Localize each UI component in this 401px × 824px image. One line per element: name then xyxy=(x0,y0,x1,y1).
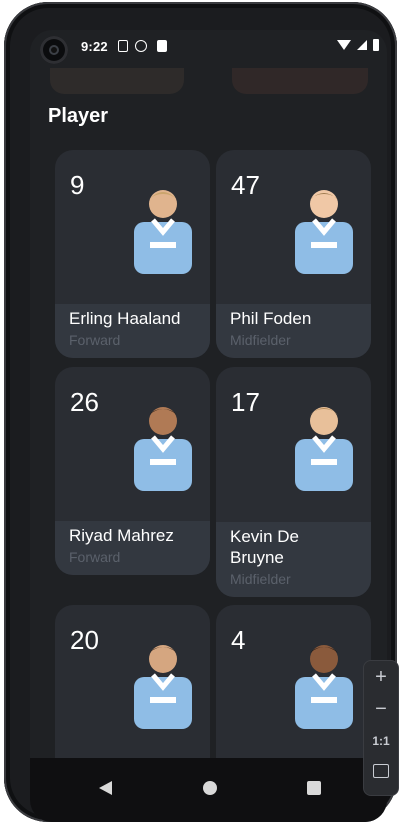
player-name: Kevin De Bruyne xyxy=(230,527,299,567)
player-info: Kevin De Bruyne Midfielder xyxy=(216,522,371,597)
recents-icon[interactable] xyxy=(304,778,324,798)
status-bar: 9:22 xyxy=(30,30,387,66)
scrolled-card-left[interactable] xyxy=(50,68,184,94)
fit-screen-button[interactable] xyxy=(364,757,398,785)
section-title: Player xyxy=(48,105,109,127)
camera-icon xyxy=(40,36,68,64)
zoom-out-button[interactable]: − xyxy=(364,693,398,725)
player-info: Riyad Mahrez Forward xyxy=(55,521,210,575)
wifi-icon xyxy=(337,40,351,50)
battery-icon xyxy=(373,39,379,51)
scrolled-card-right[interactable] xyxy=(232,68,368,94)
player-number: 47 xyxy=(231,170,260,200)
status-time: 9:22 xyxy=(81,39,108,54)
player-card[interactable]: 9 Erling Haaland Forward xyxy=(55,150,210,358)
player-name: Riyad Mahrez xyxy=(69,526,174,545)
player-number: 20 xyxy=(70,625,99,655)
fit-screen-icon xyxy=(373,764,389,778)
player-name: Phil Foden xyxy=(230,309,312,328)
scrolled-cards-row xyxy=(30,68,387,94)
player-number: 17 xyxy=(231,387,260,417)
player-number: 4 xyxy=(231,625,246,655)
player-name: Erling Haaland xyxy=(69,309,181,328)
system-nav-bar xyxy=(30,758,387,822)
sd-card-icon xyxy=(157,40,167,52)
player-photo xyxy=(134,407,192,491)
player-number: 26 xyxy=(70,387,99,417)
phone-frame: 9:22 Player 9 Erling Haaland Forward 47 … xyxy=(4,2,397,822)
player-position: Forward xyxy=(69,332,121,348)
zoom-in-button[interactable]: + xyxy=(364,661,398,693)
status-indicators xyxy=(337,39,379,51)
player-photo xyxy=(295,190,353,274)
player-photo xyxy=(134,190,192,274)
player-position: Midfielder xyxy=(230,332,291,348)
notification-a-icon xyxy=(118,40,128,52)
app-screen: 9:22 Player 9 Erling Haaland Forward 47 … xyxy=(30,30,387,822)
player-number: 9 xyxy=(70,170,85,200)
player-info: Erling Haaland Forward xyxy=(55,304,210,358)
player-card[interactable]: 17 Kevin De Bruyne Midfielder xyxy=(216,367,371,597)
player-card[interactable]: 47 Phil Foden Midfielder xyxy=(216,150,371,358)
notification-f-icon xyxy=(135,40,147,52)
player-photo xyxy=(295,407,353,491)
home-icon[interactable] xyxy=(200,778,220,798)
player-photo xyxy=(134,645,192,729)
player-position: Midfielder xyxy=(230,571,291,587)
player-info: Phil Foden Midfielder xyxy=(216,304,371,358)
player-card[interactable]: 26 Riyad Mahrez Forward xyxy=(55,367,210,575)
signal-icon xyxy=(357,40,367,50)
back-icon[interactable] xyxy=(96,778,116,798)
player-position: Forward xyxy=(69,549,121,565)
emulator-zoom-controls: + − 1:1 xyxy=(363,660,399,796)
player-photo xyxy=(295,645,353,729)
zoom-ratio-button[interactable]: 1:1 xyxy=(364,725,398,757)
